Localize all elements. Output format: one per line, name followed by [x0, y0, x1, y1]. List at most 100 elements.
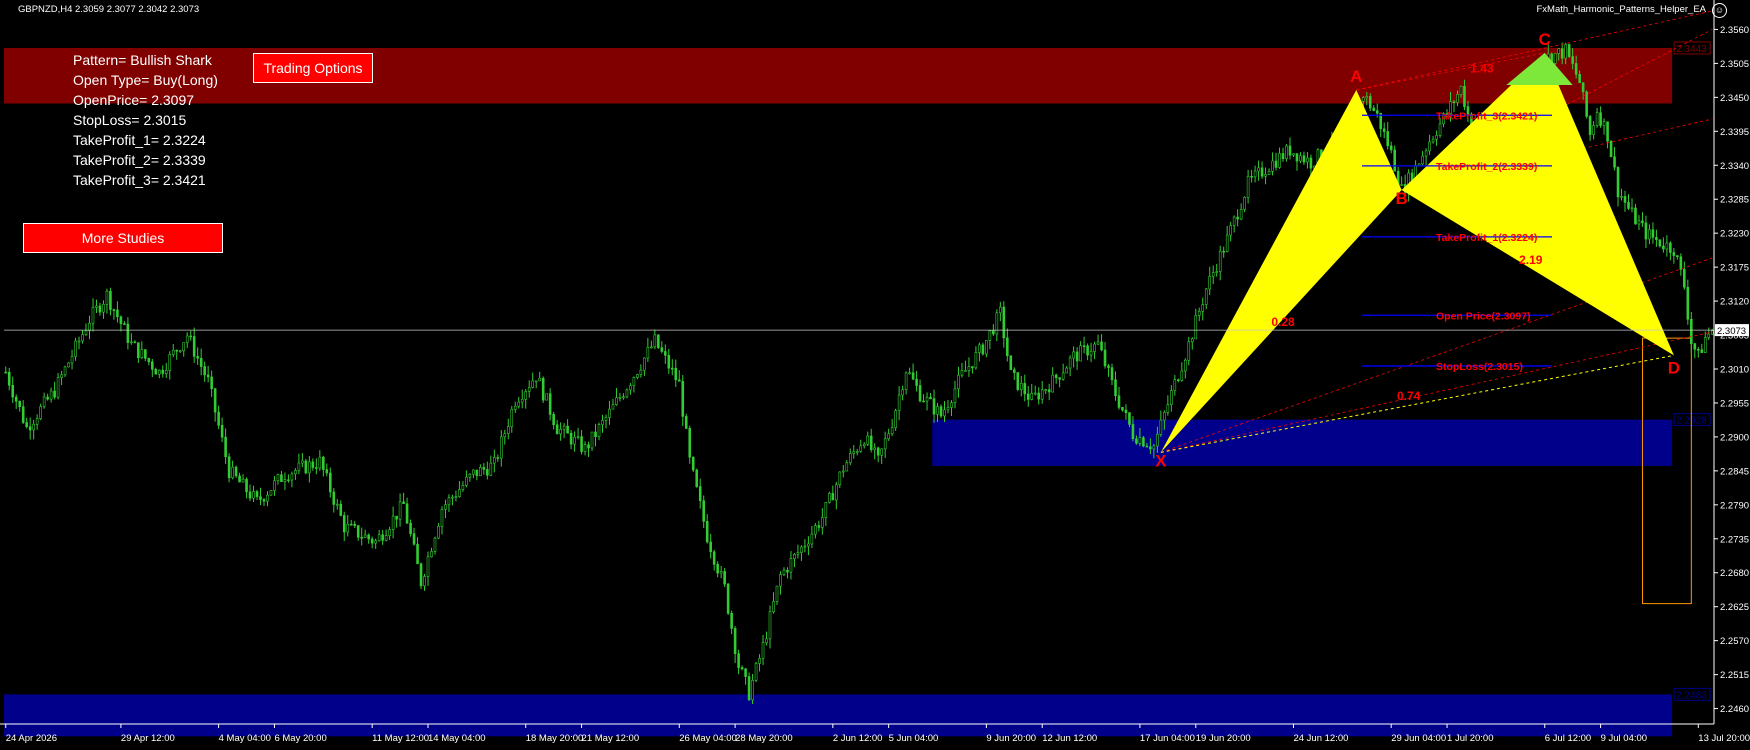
- candle-body: [1274, 160, 1278, 168]
- candle-body: [1428, 141, 1431, 152]
- smiley-icon[interactable]: ☺: [1712, 3, 1727, 18]
- candle-body: [636, 374, 639, 378]
- pattern-point-b: B: [1396, 189, 1408, 208]
- candle-body: [1149, 446, 1152, 450]
- candle-body: [363, 534, 367, 538]
- candle-body: [1560, 48, 1564, 59]
- candle-body: [63, 366, 67, 376]
- candle-body: [1107, 365, 1110, 368]
- candle-body: [1382, 128, 1386, 132]
- candle-body: [1089, 351, 1093, 356]
- candle-body: [1630, 207, 1634, 210]
- candle-body: [971, 366, 974, 369]
- candle-body: [1194, 315, 1198, 340]
- candle-body: [1690, 318, 1693, 344]
- candle-body: [688, 428, 692, 458]
- candle-body: [151, 361, 154, 370]
- x-tick-label: 6 May 20:00: [274, 733, 326, 744]
- candle-body: [280, 474, 283, 483]
- candle-body: [855, 450, 859, 453]
- candle-body: [960, 370, 964, 376]
- zone-label: 2.2483: [1676, 690, 1707, 701]
- candle-body: [220, 424, 224, 438]
- candle-body: [730, 612, 733, 629]
- candle-body: [814, 525, 817, 535]
- candle-body: [46, 396, 49, 400]
- candle-body: [629, 385, 632, 391]
- candle-body: [1606, 121, 1609, 142]
- candle-body: [1033, 392, 1037, 395]
- y-tick-label: 2.2735: [1720, 534, 1749, 545]
- x-tick-label: 18 May 20:00: [526, 733, 584, 744]
- candle-body: [367, 534, 370, 540]
- candle-body: [126, 323, 130, 343]
- candle-body: [681, 380, 685, 417]
- candle-body: [269, 490, 273, 496]
- candle-body: [353, 523, 357, 526]
- candle-body: [304, 460, 308, 474]
- candle-body: [74, 340, 77, 357]
- candle-body: [21, 406, 25, 423]
- candle-body: [1679, 256, 1683, 270]
- y-tick-label: 2.2680: [1720, 568, 1749, 579]
- candle-body: [786, 569, 789, 573]
- pattern-ratio: 0.28: [1271, 315, 1295, 329]
- candle-body: [1400, 184, 1403, 186]
- candle-body: [325, 469, 329, 474]
- candle-body: [1215, 271, 1219, 273]
- y-tick-label: 2.3175: [1720, 263, 1749, 274]
- candle-body: [81, 334, 84, 342]
- candle-body: [569, 432, 573, 445]
- candle-body: [301, 460, 304, 464]
- candle-body: [943, 409, 946, 417]
- candle-body: [981, 344, 985, 355]
- pattern-ratio: 2.19: [1519, 253, 1543, 267]
- y-tick-label: 2.2625: [1720, 602, 1749, 613]
- candle-body: [1208, 275, 1212, 290]
- y-tick-label: 2.2570: [1720, 636, 1749, 647]
- candle-body: [1135, 438, 1138, 444]
- candle-body: [869, 435, 873, 450]
- candle-body: [1163, 412, 1166, 421]
- trading-options-button[interactable]: Trading Options: [253, 53, 373, 83]
- candle-body: [213, 388, 217, 413]
- candle-body: [25, 422, 28, 428]
- info-open-type: Open Type= Buy(Long): [73, 72, 218, 88]
- candle-body: [489, 462, 493, 476]
- candle-body: [751, 680, 754, 701]
- candle-body: [161, 369, 165, 374]
- candle-body: [758, 657, 761, 664]
- more-studies-button[interactable]: More Studies: [23, 223, 223, 253]
- candle-body: [1257, 167, 1260, 172]
- candle-body: [1700, 349, 1704, 353]
- candle-body: [53, 390, 56, 398]
- candle-body: [1421, 155, 1424, 165]
- candle-body: [821, 517, 824, 528]
- candle-body: [1672, 252, 1676, 256]
- y-tick-label: 2.3560: [1720, 25, 1749, 36]
- candle-body: [266, 494, 269, 502]
- candle-body: [405, 503, 409, 524]
- candle-body: [1393, 149, 1396, 172]
- candle-body: [782, 569, 786, 575]
- candle-body: [1156, 433, 1159, 447]
- candle-body: [248, 491, 252, 499]
- y-tick-label: 2.3450: [1720, 93, 1749, 104]
- candle-body: [4, 371, 8, 374]
- candle-body: [566, 425, 569, 434]
- price-chart[interactable]: 2.34432.29282.2483 XABCD0.281.432.190.74…: [0, 0, 1750, 750]
- candle-body: [1592, 125, 1595, 135]
- candle-body: [1435, 135, 1438, 140]
- candle-body: [479, 467, 482, 477]
- candle-body: [1218, 250, 1222, 272]
- candle-body: [887, 433, 890, 440]
- candle-body: [1271, 160, 1274, 172]
- candle-body: [670, 367, 674, 370]
- candle-body: [349, 523, 353, 526]
- candle-body: [1026, 393, 1030, 400]
- candle-body: [1086, 345, 1089, 356]
- candle-body: [967, 366, 971, 371]
- candle-body: [70, 356, 74, 364]
- candle-body: [119, 316, 123, 324]
- candle-body: [1564, 44, 1567, 59]
